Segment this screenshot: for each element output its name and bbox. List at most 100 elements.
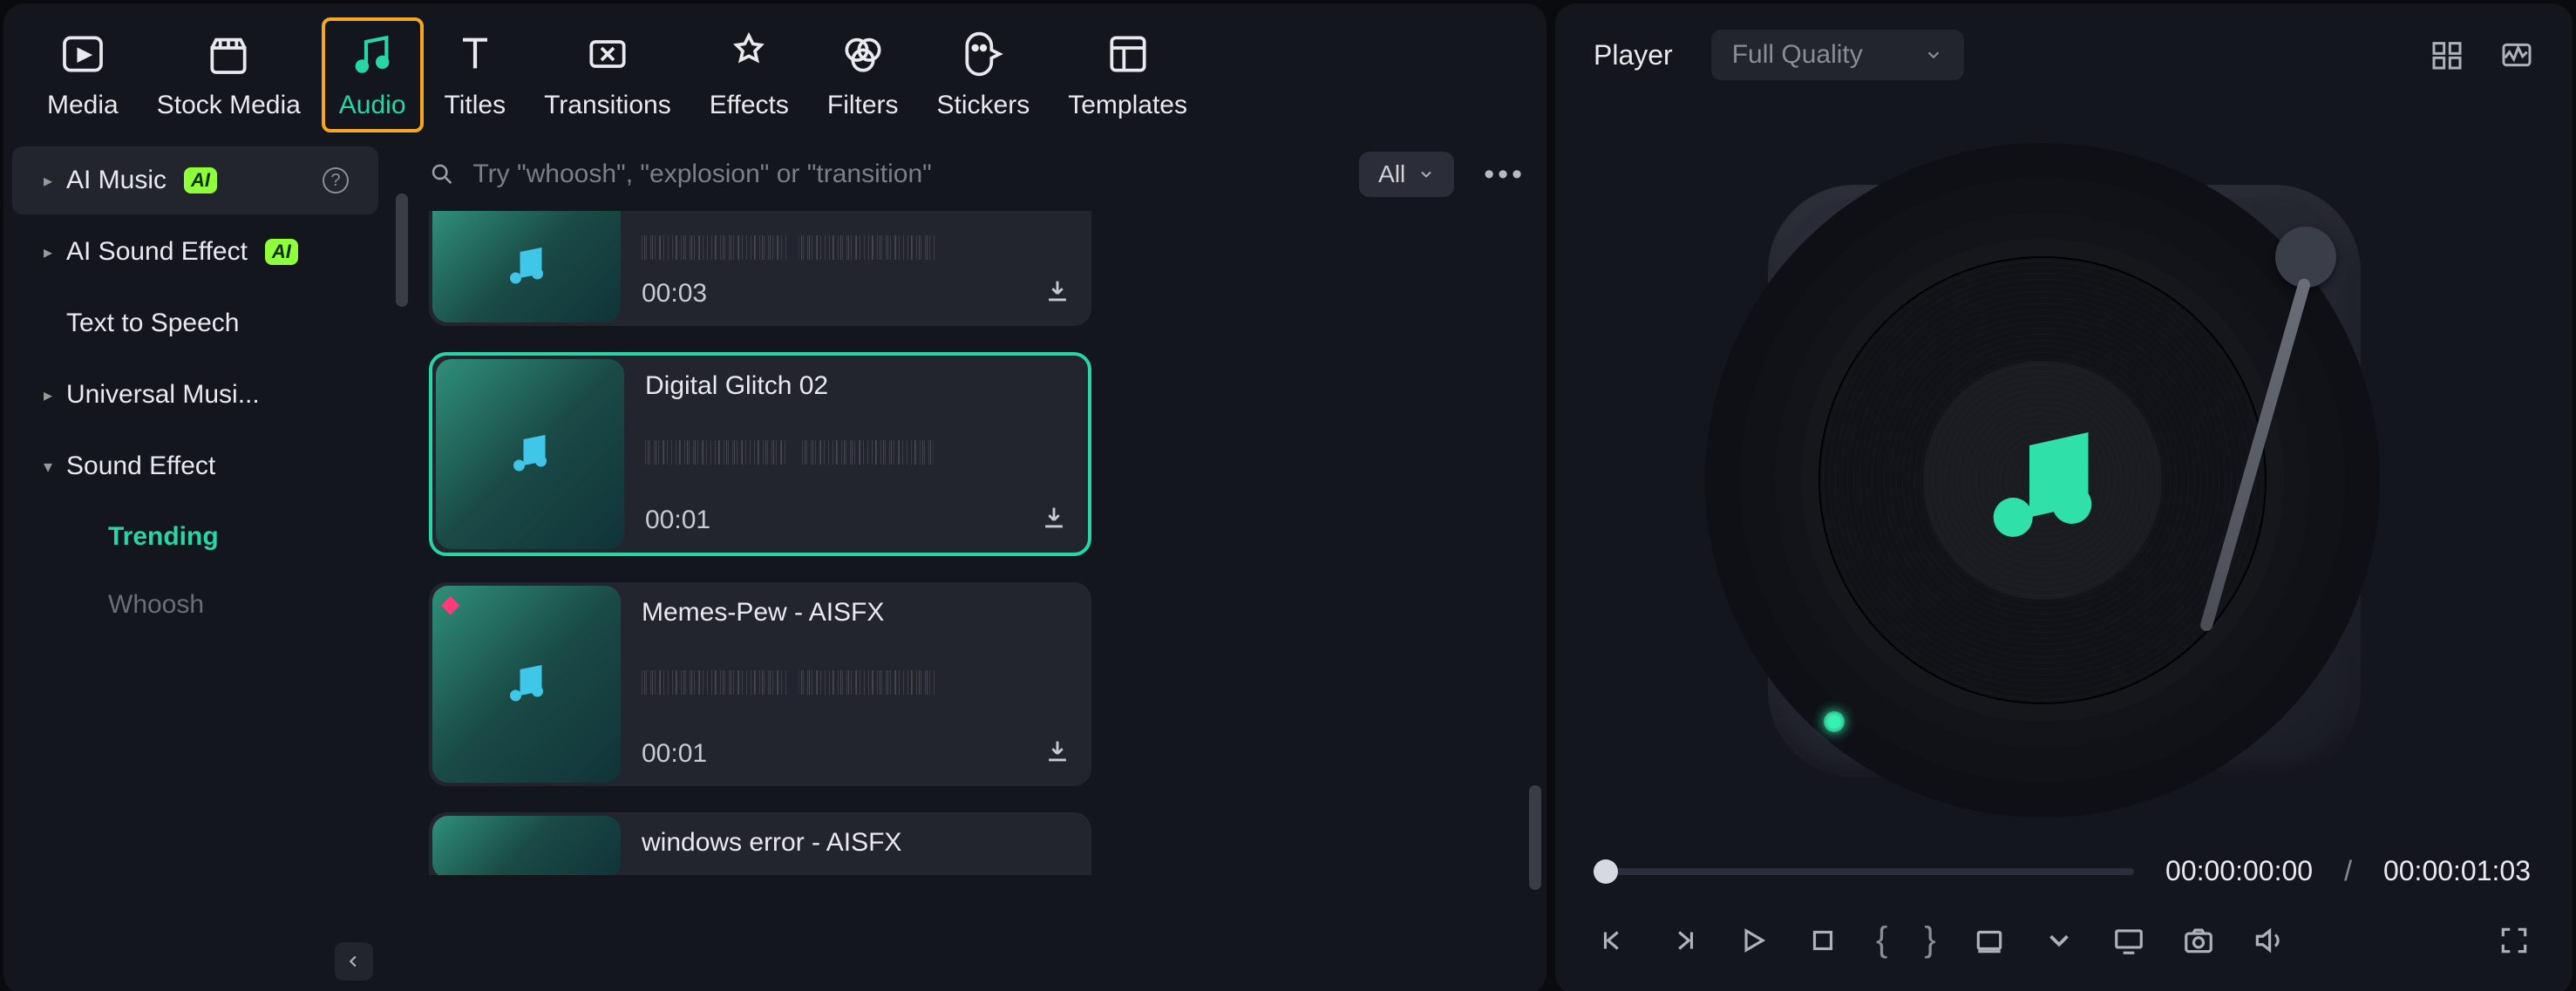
tab-media[interactable]: Media [47, 30, 119, 120]
transitions-icon [583, 30, 632, 78]
sidebar-item-sound-effect[interactable]: ▾ Sound Effect [12, 432, 378, 500]
card-title: Memes-Pew - AISFX [642, 598, 1072, 628]
audio-thumbnail [432, 816, 621, 875]
more-button[interactable]: ••• [1475, 158, 1534, 192]
volume-icon[interactable] [2252, 924, 2285, 957]
stop-icon[interactable] [1806, 924, 1839, 957]
snapshot-icon[interactable] [2182, 924, 2215, 957]
duration: 00:03 [642, 279, 707, 309]
time-current: 00:00:00:00 [2165, 855, 2313, 887]
audio-thumbnail: ◆ [432, 586, 621, 783]
sidebar-item-tts[interactable]: ▸ Text to Speech [12, 289, 378, 357]
help-icon[interactable]: ? [323, 167, 349, 193]
tab-transitions[interactable]: Transitions [544, 30, 671, 120]
collapse-sidebar-button[interactable] [335, 942, 373, 981]
tab-filters[interactable]: Filters [827, 30, 899, 120]
tab-titles-label: Titles [445, 91, 506, 120]
time-separator: / [2344, 855, 2352, 887]
quality-select[interactable]: Full Quality [1711, 30, 1964, 80]
filter-select[interactable]: All [1359, 152, 1454, 197]
tab-templates[interactable]: Templates [1068, 30, 1187, 120]
mark-in-button[interactable]: { [1876, 920, 1887, 960]
search-input[interactable] [472, 160, 1338, 189]
fullscreen-icon[interactable] [2498, 924, 2531, 957]
step-back-icon[interactable] [1597, 924, 1630, 957]
sidebar-item-label: AI Sound Effect [66, 237, 248, 267]
sidebar-subitem-label: Trending [108, 522, 219, 552]
card-title: Digital Glitch 02 [645, 371, 1069, 401]
tab-stickers-label: Stickers [937, 91, 1030, 120]
titles-icon [451, 30, 500, 78]
playhead[interactable] [1594, 859, 1618, 884]
sidebar-subitem-trending[interactable]: Trending [12, 506, 378, 568]
caret-icon: ▸ [42, 241, 54, 263]
step-forward-icon[interactable] [1667, 924, 1700, 957]
premium-badge-icon: ◆ [441, 589, 460, 618]
download-button[interactable] [1039, 503, 1069, 537]
audio-card[interactable]: 00:03 [429, 211, 1091, 326]
search-icon [429, 160, 455, 188]
sidebar-item-ai-sound-effect[interactable]: ▸ AI Sound Effect AI [12, 218, 378, 286]
content-area: All ••• [387, 134, 1546, 991]
sidebar-item-label: Universal Musi... [66, 380, 260, 410]
tab-audio-label: Audio [339, 91, 406, 120]
stock-icon [204, 30, 253, 78]
tab-titles[interactable]: Titles [445, 30, 506, 120]
sidebar-subitem-whoosh[interactable]: Whoosh [12, 574, 378, 636]
timeline-track[interactable] [1597, 868, 2134, 875]
tab-effects[interactable]: Effects [710, 30, 789, 120]
audio-card-selected[interactable]: Digital Glitch 02 00:01 [429, 352, 1091, 556]
chevron-down-icon [1417, 166, 1435, 183]
content-scrollbar[interactable] [1529, 785, 1541, 890]
play-icon[interactable] [1737, 924, 1770, 957]
music-note-icon [504, 426, 556, 483]
grid-view-icon[interactable] [2430, 37, 2464, 72]
download-button[interactable] [1043, 276, 1072, 310]
caret-icon: ▸ [42, 384, 54, 406]
waveform [642, 670, 1008, 695]
scope-icon[interactable] [2499, 37, 2534, 72]
vinyl-player-graphic [1768, 185, 2361, 777]
filters-icon [839, 30, 887, 78]
sidebar-item-label: Text to Speech [66, 309, 239, 338]
chevron-down-icon[interactable] [2042, 924, 2076, 957]
tab-stock-label: Stock Media [157, 91, 301, 120]
effects-icon [724, 30, 773, 78]
ai-badge: AI [265, 239, 298, 265]
tab-stock-media[interactable]: Stock Media [157, 30, 301, 120]
mark-out-button[interactable]: } [1924, 920, 1935, 960]
caret-down-icon: ▾ [42, 456, 54, 478]
tab-filters-label: Filters [827, 91, 899, 120]
player-title: Player [1594, 39, 1673, 71]
ai-badge: AI [184, 167, 217, 193]
duration: 00:01 [642, 739, 707, 769]
tab-effects-label: Effects [710, 91, 789, 120]
transport-controls: { } [1555, 905, 2573, 991]
display-icon[interactable] [2112, 924, 2145, 957]
music-note-icon [500, 239, 553, 295]
power-led [1824, 711, 1845, 732]
sidebar-item-ai-music[interactable]: ▸ AI Music AI ? [12, 146, 378, 214]
tab-stickers[interactable]: Stickers [937, 30, 1030, 120]
crop-icon[interactable] [1973, 924, 2006, 957]
duration: 00:01 [645, 506, 710, 535]
tab-audio[interactable]: Audio [322, 17, 424, 132]
top-tabs: Media Stock Media Audio Titles [3, 3, 1546, 134]
chevron-down-icon [1924, 45, 1943, 64]
download-button[interactable] [1043, 736, 1072, 770]
audio-thumbnail [432, 211, 621, 322]
sidebar-item-universal-music[interactable]: ▸ Universal Musi... [12, 361, 378, 429]
music-note-icon [1964, 399, 2121, 560]
audio-card[interactable]: ◆ Memes-Pew - AISFX 00:01 [429, 582, 1091, 786]
sidebar-subitem-label: Whoosh [108, 590, 204, 620]
music-note-icon [500, 656, 553, 713]
audio-card[interactable]: windows error - AISFX [429, 812, 1091, 875]
card-title: windows error - AISFX [642, 828, 1072, 858]
templates-icon [1104, 30, 1152, 78]
waveform [645, 440, 1005, 465]
filter-label: All [1378, 160, 1405, 188]
tab-media-label: Media [47, 91, 119, 120]
caret-icon: ▸ [42, 170, 54, 192]
audio-icon [348, 30, 397, 78]
time-total: 00:00:01:03 [2383, 855, 2531, 887]
